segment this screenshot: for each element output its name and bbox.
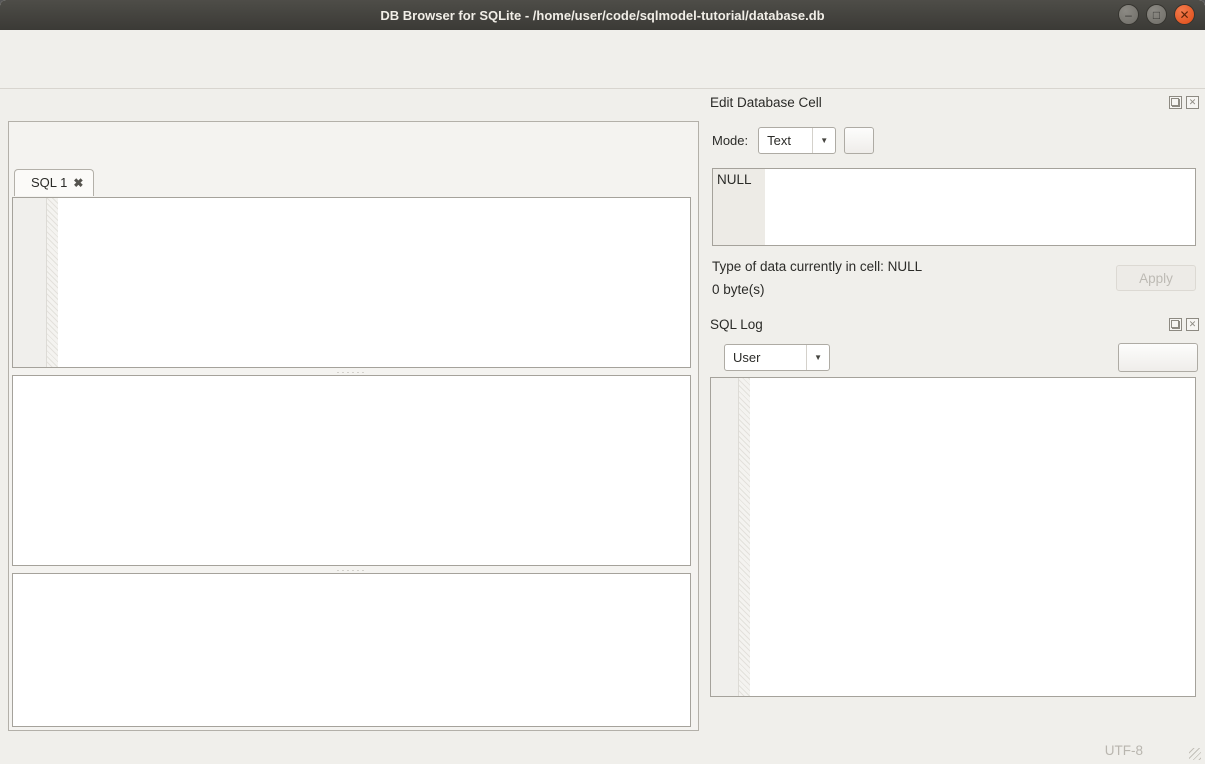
log-fold-margin	[739, 378, 750, 696]
sql-file-tabbar: SQL 1 ✖	[14, 169, 94, 196]
close-tab-icon[interactable]: ✖	[73, 176, 83, 190]
cell-content-editor[interactable]: NULL	[712, 168, 1196, 246]
auto-apply-button[interactable]	[844, 127, 874, 154]
sql-log-view[interactable]	[710, 377, 1196, 697]
minimize-button[interactable]: –	[1118, 4, 1139, 25]
sql-log-dock-header: SQL Log ✕	[710, 314, 1199, 334]
maximize-button[interactable]: □	[1146, 4, 1167, 25]
log-text-area	[750, 378, 1195, 696]
chevron-down-icon: ▼	[806, 345, 829, 370]
mode-select-value: Text	[767, 133, 791, 148]
splitter-editor-results[interactable]: ······	[12, 368, 691, 375]
cell-type-info: Type of data currently in cell: NULL	[712, 259, 922, 274]
submitter-select-value: User	[733, 350, 760, 365]
splitter-results-messages[interactable]: ······	[12, 566, 691, 573]
sql-editor[interactable]	[12, 197, 691, 368]
menu-file[interactable]	[10, 40, 28, 44]
dock-float-icon[interactable]	[1169, 96, 1182, 109]
sql-log-filter-row: User ▼	[712, 342, 1198, 372]
chevron-down-icon: ▼	[812, 128, 835, 153]
cell-content-value: NULL	[717, 172, 752, 187]
resize-grip[interactable]	[1189, 748, 1201, 760]
results-grid[interactable]	[12, 375, 691, 566]
execution-message-log[interactable]	[12, 573, 691, 727]
cell-mode-row: Mode: Text ▼	[712, 125, 1198, 155]
menubar	[0, 30, 1205, 53]
edit-cell-title: Edit Database Cell	[710, 95, 1169, 110]
edit-cell-dock-header: Edit Database Cell ✕	[710, 92, 1199, 112]
sql-file-tab[interactable]: SQL 1 ✖	[14, 169, 94, 196]
window-title: DB Browser for SQLite - /home/user/code/…	[380, 8, 824, 23]
mode-select[interactable]: Text ▼	[758, 127, 836, 154]
encoding-indicator[interactable]: UTF-8	[1105, 743, 1143, 758]
main-toolbar	[0, 53, 1205, 89]
editor-fold-margin	[47, 198, 58, 367]
sql-log-title: SQL Log	[710, 317, 1169, 332]
statusbar: UTF-8	[0, 737, 1205, 764]
close-button[interactable]: ✕	[1174, 4, 1195, 25]
window-controls: –□ ✕	[1118, 4, 1195, 25]
cell-content-area[interactable]	[765, 169, 1195, 245]
clear-button[interactable]	[1118, 343, 1198, 372]
editor-line-numbers	[13, 198, 47, 367]
apply-button[interactable]: Apply	[1116, 265, 1196, 291]
cell-size-info: 0 byte(s)	[712, 282, 765, 297]
dock-close-icon[interactable]: ✕	[1186, 318, 1199, 331]
dock-float-icon[interactable]	[1169, 318, 1182, 331]
submitter-select[interactable]: User ▼	[724, 344, 830, 371]
app-window: DB Browser for SQLite - /home/user/code/…	[0, 0, 1205, 764]
editor-text-area[interactable]	[58, 198, 690, 367]
cell-content-gutter: NULL	[713, 169, 765, 245]
log-line-numbers	[711, 378, 739, 696]
titlebar[interactable]: DB Browser for SQLite - /home/user/code/…	[0, 0, 1205, 30]
mode-label: Mode:	[712, 133, 748, 148]
sql-file-tab-label: SQL 1	[31, 175, 67, 190]
dock-close-icon[interactable]: ✕	[1186, 96, 1199, 109]
